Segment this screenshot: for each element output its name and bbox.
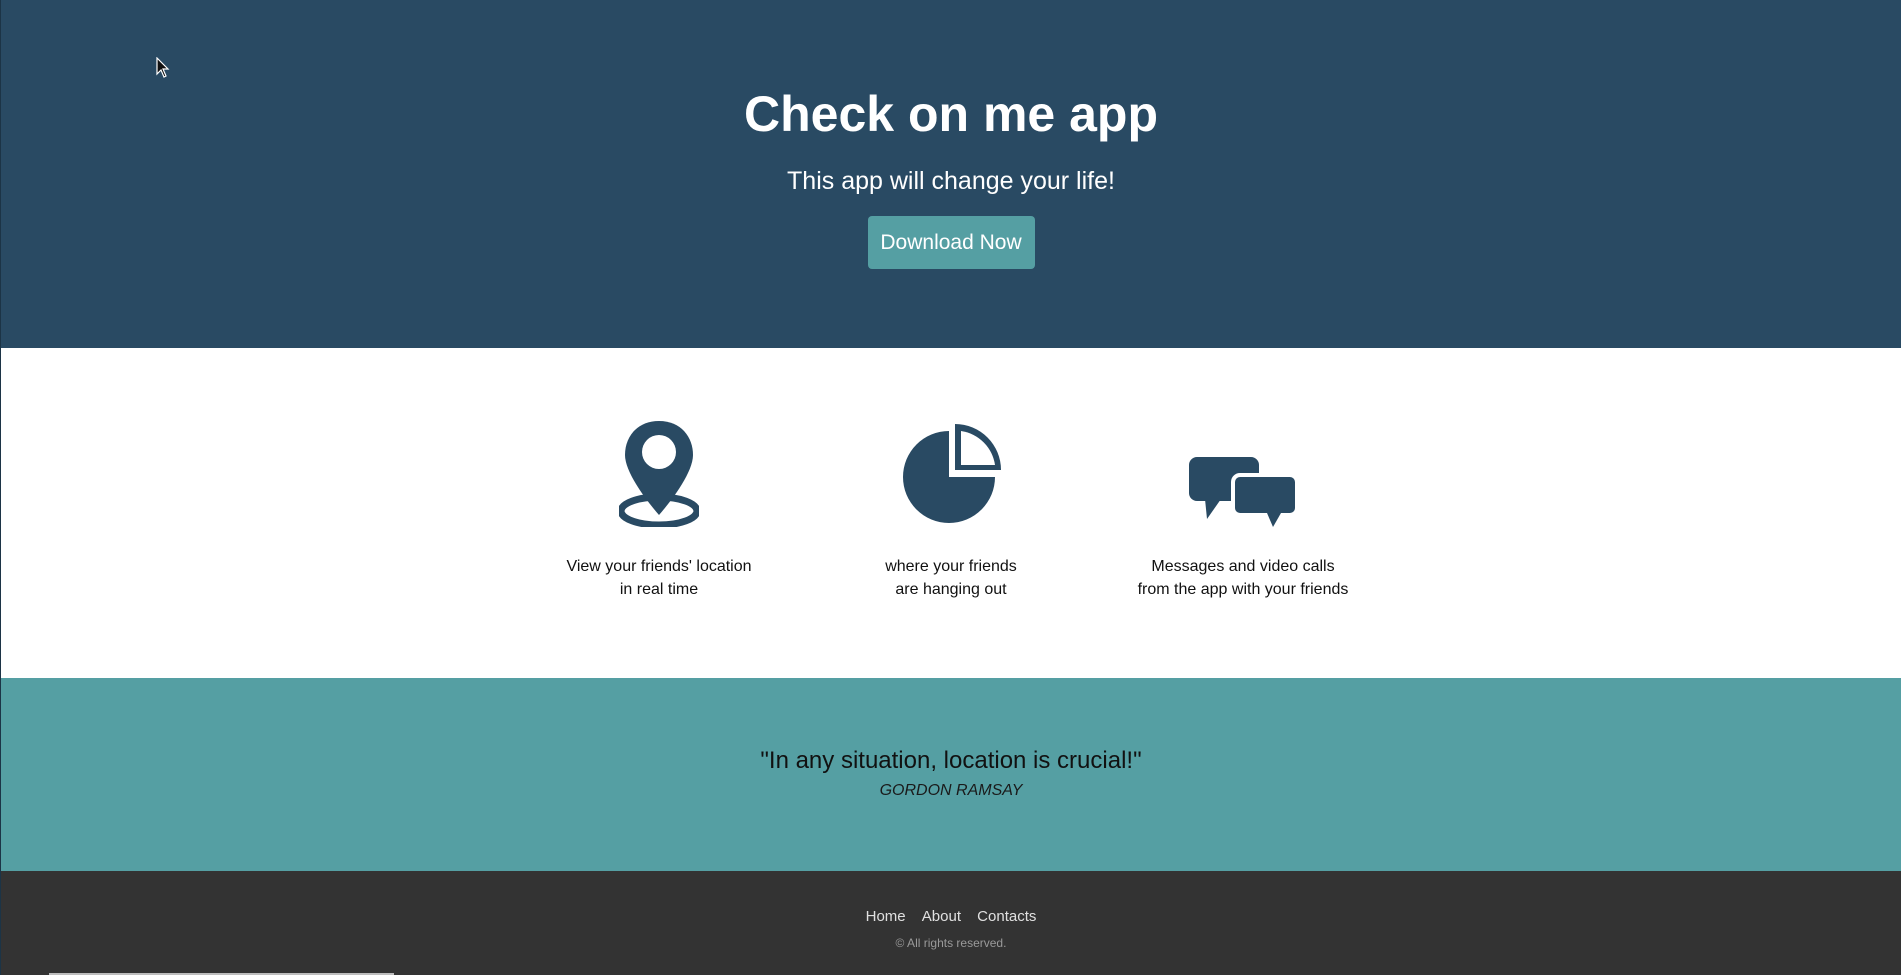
mouse-cursor-icon xyxy=(156,57,170,78)
map-pin-icon xyxy=(513,417,805,527)
quote-text: "In any situation, location is crucial!" xyxy=(760,747,1142,774)
footer-link-contacts[interactable]: Contacts xyxy=(977,908,1036,925)
feature-messages-text: Messages and video calls from the app wi… xyxy=(1137,558,1349,598)
footer-link-about[interactable]: About xyxy=(922,908,961,925)
feature-location: View your friends' location in real time xyxy=(513,417,805,601)
hero-subtitle: This app will change your life! xyxy=(787,167,1115,195)
chat-bubbles-icon xyxy=(1097,417,1389,527)
copyright-text: © All rights reserved. xyxy=(895,936,1007,950)
footer-link-home[interactable]: Home xyxy=(866,908,906,925)
page: Check on me app This app will change you… xyxy=(0,0,1901,975)
feature-location-text: View your friends' location in real time xyxy=(566,558,752,598)
feature-messages: Messages and video calls from the app wi… xyxy=(1097,417,1389,601)
download-now-button[interactable]: Download Now xyxy=(867,216,1035,269)
pie-chart-icon xyxy=(805,417,1097,527)
hero-section: Check on me app This app will change you… xyxy=(1,0,1901,348)
quote-author: GORDON RAMSAY xyxy=(879,782,1023,799)
page-title: Check on me app xyxy=(744,86,1158,142)
quote-section: "In any situation, location is crucial!"… xyxy=(1,678,1901,871)
feature-hangouts: where your friends are hanging out xyxy=(805,417,1097,601)
features-section: View your friends' location in real time… xyxy=(1,348,1901,678)
feature-hangouts-text: where your friends are hanging out xyxy=(885,558,1017,598)
footer: Home About Contacts © All rights reserve… xyxy=(1,871,1901,975)
footer-nav: Home About Contacts xyxy=(1,871,1901,927)
